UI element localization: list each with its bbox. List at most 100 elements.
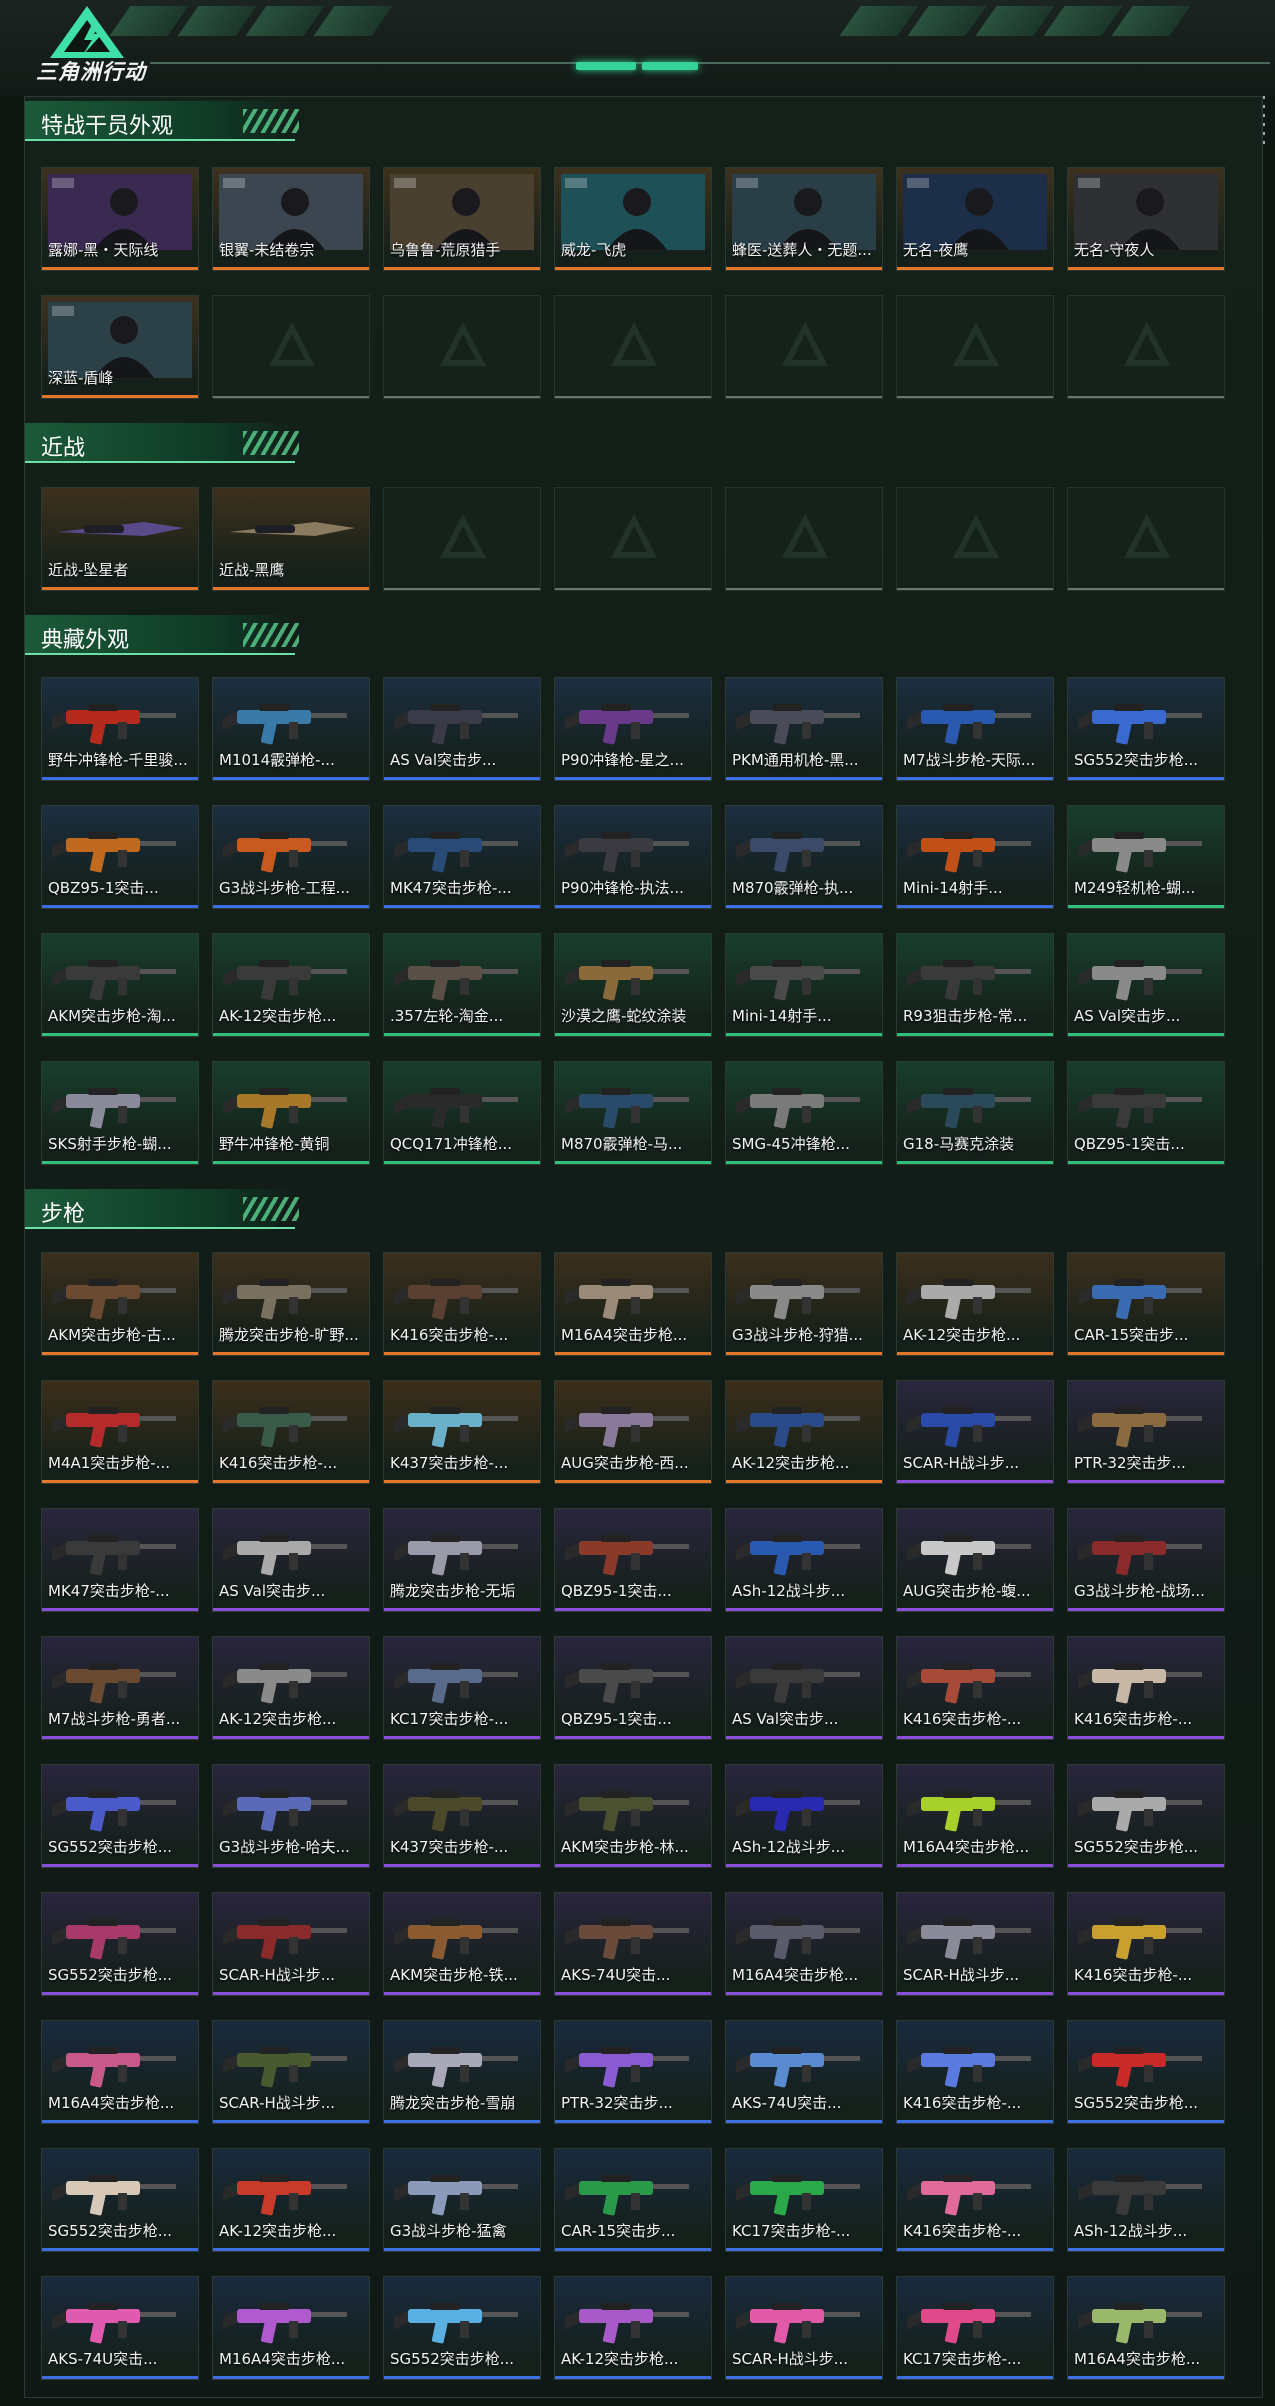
rifle-skin-card[interactable]: AK-12突击步枪...	[212, 2148, 370, 2252]
rifle-skin-card[interactable]: M16A4突击步枪...	[1067, 2276, 1225, 2380]
rifle-skin-card[interactable]: SG552突击步枪...	[1067, 2020, 1225, 2124]
collection-skin-card[interactable]: QBZ95-1突击...	[1067, 1061, 1225, 1165]
rifle-skin-card[interactable]: CAR-15突击步...	[1067, 1252, 1225, 1356]
operator-skin-card[interactable]: 威龙-飞虎	[554, 167, 712, 271]
collection-skin-card[interactable]: R93狙击步枪-常...	[896, 933, 1054, 1037]
rifle-skin-card[interactable]: SG552突击步枪...	[41, 2148, 199, 2252]
rifle-skin-card[interactable]: K416突击步枪-...	[896, 1636, 1054, 1740]
rifle-skin-card[interactable]: MK47突击步枪-...	[41, 1508, 199, 1612]
operator-skin-card[interactable]: 露娜-黑・天际线	[41, 167, 199, 271]
rifle-skin-card[interactable]: SCAR-H战斗步...	[212, 1892, 370, 1996]
operator-skin-card[interactable]: 无名-夜鹰	[896, 167, 1054, 271]
rifle-skin-card[interactable]: AKS-74U突击...	[554, 1892, 712, 1996]
collection-skin-card[interactable]: M249轻机枪-蝴...	[1067, 805, 1225, 909]
collection-skin-card[interactable]: AKM突击步枪-淘...	[41, 933, 199, 1037]
operator-skin-card[interactable]: 无名-守夜人	[1067, 167, 1225, 271]
rifle-skin-card[interactable]: G3战斗步枪-哈夫...	[212, 1764, 370, 1868]
operator-skin-card[interactable]: 乌鲁鲁-荒原猎手	[383, 167, 541, 271]
collection-skin-card[interactable]: 野牛冲锋枪-黄铜	[212, 1061, 370, 1165]
rifle-skin-card[interactable]: M16A4突击步枪...	[725, 1892, 883, 1996]
operator-skin-card[interactable]: 蜂医-送葬人・无题...	[725, 167, 883, 271]
rifle-skin-card[interactable]: G3战斗步枪-战场...	[1067, 1508, 1225, 1612]
rifle-skin-card[interactable]: 腾龙突击步枪-旷野...	[212, 1252, 370, 1356]
rifle-skin-card[interactable]: 腾龙突击步枪-无垢	[383, 1508, 541, 1612]
rifle-skin-card[interactable]: KC17突击步枪-...	[896, 2276, 1054, 2380]
melee-skin-card[interactable]: 近战-黑鹰	[212, 487, 370, 591]
rifle-skin-card[interactable]: M16A4突击步枪...	[212, 2276, 370, 2380]
collection-skin-card[interactable]: 野牛冲锋枪-千里骏...	[41, 677, 199, 781]
collection-skin-card[interactable]: P90冲锋枪-执法...	[554, 805, 712, 909]
rifle-skin-card[interactable]: ASh-12战斗步...	[725, 1508, 883, 1612]
rifle-skin-card[interactable]: K416突击步枪-...	[212, 1380, 370, 1484]
rifle-skin-card[interactable]: AK-12突击步枪...	[896, 1252, 1054, 1356]
collection-skin-card[interactable]: .357左轮-淘金...	[383, 933, 541, 1037]
rifle-skin-card[interactable]: AKS-74U突击...	[725, 2020, 883, 2124]
rifle-skin-card[interactable]: 腾龙突击步枪-雪崩	[383, 2020, 541, 2124]
rifle-skin-card[interactable]: QBZ95-1突击...	[554, 1508, 712, 1612]
rifle-skin-card[interactable]: K416突击步枪-...	[1067, 1892, 1225, 1996]
collection-skin-card[interactable]: P90冲锋枪-星之...	[554, 677, 712, 781]
rifle-skin-card[interactable]: K437突击步枪-...	[383, 1764, 541, 1868]
rifle-skin-card[interactable]: K416突击步枪-...	[896, 2148, 1054, 2252]
rifle-skin-card[interactable]: AKM突击步枪-林...	[554, 1764, 712, 1868]
rifle-skin-card[interactable]: CAR-15突击步...	[554, 2148, 712, 2252]
content-panel[interactable]: 特战干员外观 近战 典藏外观 步枪 露娜-黑・天际线 银翼-未结卷宗 乌鲁鲁-荒原猎…	[24, 96, 1263, 2398]
rifle-skin-card[interactable]: AK-12突击步枪...	[212, 1636, 370, 1740]
rifle-skin-card[interactable]: M16A4突击步枪...	[41, 2020, 199, 2124]
rifle-skin-card[interactable]: AKM突击步枪-古...	[41, 1252, 199, 1356]
collection-skin-card[interactable]: PKM通用机枪-黑...	[725, 677, 883, 781]
rifle-skin-card[interactable]: M4A1突击步枪-...	[41, 1380, 199, 1484]
melee-skin-card[interactable]: 近战-坠星者	[41, 487, 199, 591]
rifle-skin-card[interactable]: K437突击步枪-...	[383, 1380, 541, 1484]
rifle-skin-card[interactable]: PTR-32突击步...	[1067, 1380, 1225, 1484]
rifle-skin-card[interactable]: AS Val突击步...	[212, 1508, 370, 1612]
collection-skin-card[interactable]: SMG-45冲锋枪...	[725, 1061, 883, 1165]
rifle-skin-card[interactable]: AKM突击步枪-铁...	[383, 1892, 541, 1996]
rifle-skin-card[interactable]: M16A4突击步枪...	[896, 1764, 1054, 1868]
rifle-skin-card[interactable]: KC17突击步枪-...	[383, 1636, 541, 1740]
rifle-skin-card[interactable]: AUG突击步枪-西...	[554, 1380, 712, 1484]
rifle-skin-card[interactable]: KC17突击步枪-...	[725, 2148, 883, 2252]
rifle-skin-card[interactable]: SG552突击步枪...	[383, 2276, 541, 2380]
rifle-skin-card[interactable]: AK-12突击步枪...	[554, 2276, 712, 2380]
collection-skin-card[interactable]: M1014霰弹枪-...	[212, 677, 370, 781]
rifle-skin-card[interactable]: AS Val突击步...	[725, 1636, 883, 1740]
collection-skin-card[interactable]: M870霰弹枪-马...	[554, 1061, 712, 1165]
collection-skin-card[interactable]: AS Val突击步...	[1067, 933, 1225, 1037]
rifle-skin-card[interactable]: PTR-32突击步...	[554, 2020, 712, 2124]
collection-skin-card[interactable]: MK47突击步枪-...	[383, 805, 541, 909]
collection-skin-card[interactable]: QBZ95-1突击...	[41, 805, 199, 909]
operator-skin-card[interactable]: 深蓝-盾峰	[41, 295, 199, 399]
rifle-skin-card[interactable]: K416突击步枪-...	[383, 1252, 541, 1356]
rifle-skin-card[interactable]: K416突击步枪-...	[1067, 1636, 1225, 1740]
rifle-skin-card[interactable]: ASh-12战斗步...	[1067, 2148, 1225, 2252]
rifle-skin-card[interactable]: K416突击步枪-...	[896, 2020, 1054, 2124]
rifle-skin-card[interactable]: M7战斗步枪-勇者...	[41, 1636, 199, 1740]
rifle-skin-card[interactable]: SG552突击步枪...	[41, 1764, 199, 1868]
rifle-skin-card[interactable]: ASh-12战斗步...	[725, 1764, 883, 1868]
collection-skin-card[interactable]: AS Val突击步...	[383, 677, 541, 781]
rifle-skin-card[interactable]: SCAR-H战斗步...	[896, 1380, 1054, 1484]
collection-skin-card[interactable]: AK-12突击步枪...	[212, 933, 370, 1037]
collection-skin-card[interactable]: M870霰弹枪-执...	[725, 805, 883, 909]
collection-skin-card[interactable]: G18-马赛克涂装	[896, 1061, 1054, 1165]
rifle-skin-card[interactable]: SCAR-H战斗步...	[896, 1892, 1054, 1996]
rifle-skin-card[interactable]: AK-12突击步枪...	[725, 1380, 883, 1484]
collection-skin-card[interactable]: 沙漠之鹰-蛇纹涂装	[554, 933, 712, 1037]
rifle-skin-card[interactable]: AKS-74U突击...	[41, 2276, 199, 2380]
collection-skin-card[interactable]: SG552突击步枪...	[1067, 677, 1225, 781]
rifle-skin-card[interactable]: SG552突击步枪...	[1067, 1764, 1225, 1868]
collection-skin-card[interactable]: SKS射手步枪-蝴...	[41, 1061, 199, 1165]
operator-skin-card[interactable]: 银翼-未结卷宗	[212, 167, 370, 271]
rifle-skin-card[interactable]: G3战斗步枪-狩猎...	[725, 1252, 883, 1356]
rifle-skin-card[interactable]: AUG突击步枪-蝮...	[896, 1508, 1054, 1612]
rifle-skin-card[interactable]: G3战斗步枪-猛禽	[383, 2148, 541, 2252]
rifle-skin-card[interactable]: M16A4突击步枪...	[554, 1252, 712, 1356]
collection-skin-card[interactable]: Mini-14射手...	[896, 805, 1054, 909]
rifle-skin-card[interactable]: SG552突击步枪...	[41, 1892, 199, 1996]
collection-skin-card[interactable]: M7战斗步枪-天际...	[896, 677, 1054, 781]
collection-skin-card[interactable]: QCQ171冲锋枪...	[383, 1061, 541, 1165]
rifle-skin-card[interactable]: SCAR-H战斗步...	[212, 2020, 370, 2124]
collection-skin-card[interactable]: G3战斗步枪-工程...	[212, 805, 370, 909]
rifle-skin-card[interactable]: SCAR-H战斗步...	[725, 2276, 883, 2380]
